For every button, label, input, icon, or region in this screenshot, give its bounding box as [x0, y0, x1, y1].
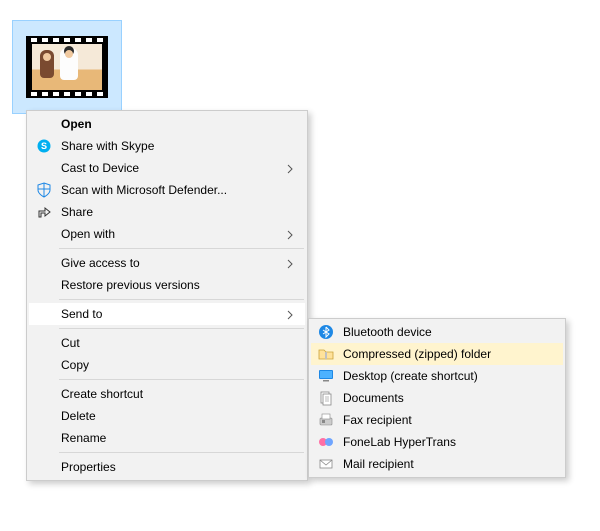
documents-icon — [318, 390, 334, 406]
chevron-right-icon — [287, 163, 295, 177]
zip-folder-icon — [318, 346, 334, 362]
menu-label: Rename — [61, 431, 275, 445]
menu-label: Open — [61, 117, 275, 131]
menu-properties[interactable]: Properties — [29, 456, 305, 478]
fax-icon — [318, 412, 334, 428]
menu-defender[interactable]: Scan with Microsoft Defender... — [29, 179, 305, 201]
submenu-mail[interactable]: Mail recipient — [311, 453, 563, 475]
separator — [59, 299, 304, 300]
menu-cut[interactable]: Cut — [29, 332, 305, 354]
menu-label: Properties — [61, 460, 275, 474]
submenu-bluetooth[interactable]: Bluetooth device — [311, 321, 563, 343]
menu-open[interactable]: Open — [29, 113, 305, 135]
menu-label: Cut — [61, 336, 275, 350]
shield-icon — [36, 182, 52, 198]
submenu-label: Fax recipient — [343, 413, 533, 427]
submenu-fax[interactable]: Fax recipient — [311, 409, 563, 431]
menu-restore[interactable]: Restore previous versions — [29, 274, 305, 296]
menu-delete[interactable]: Delete — [29, 405, 305, 427]
separator — [59, 328, 304, 329]
menu-label: Delete — [61, 409, 275, 423]
menu-copy[interactable]: Copy — [29, 354, 305, 376]
submenu-label: Desktop (create shortcut) — [343, 369, 533, 383]
submenu-label: Compressed (zipped) folder — [343, 347, 533, 361]
hypertrans-icon — [318, 434, 334, 450]
menu-label: Give access to — [61, 256, 275, 270]
submenu-label: Bluetooth device — [343, 325, 533, 339]
submenu-label: FoneLab HyperTrans — [343, 435, 533, 449]
menu-label: Open with — [61, 227, 275, 241]
context-menu: Open S Share with Skype Cast to Device S… — [26, 110, 308, 481]
submenu-label: Documents — [343, 391, 533, 405]
share-icon — [36, 204, 52, 220]
menu-send-to[interactable]: Send to — [29, 303, 305, 325]
menu-label: Cast to Device — [61, 161, 275, 175]
menu-label: Send to — [61, 307, 275, 321]
menu-label: Scan with Microsoft Defender... — [61, 183, 275, 197]
menu-label: Create shortcut — [61, 387, 275, 401]
menu-share-skype[interactable]: S Share with Skype — [29, 135, 305, 157]
separator — [59, 248, 304, 249]
chevron-right-icon — [287, 309, 295, 323]
menu-open-with[interactable]: Open with — [29, 223, 305, 245]
chevron-right-icon — [287, 229, 295, 243]
selected-file[interactable] — [12, 20, 122, 114]
menu-cast[interactable]: Cast to Device — [29, 157, 305, 179]
sendto-submenu: Bluetooth device Compressed (zipped) fol… — [308, 318, 566, 478]
submenu-desktop[interactable]: Desktop (create shortcut) — [311, 365, 563, 387]
menu-give-access[interactable]: Give access to — [29, 252, 305, 274]
skype-icon: S — [36, 138, 52, 154]
menu-label: Restore previous versions — [61, 278, 275, 292]
menu-label: Share with Skype — [61, 139, 275, 153]
desktop-icon — [318, 368, 334, 384]
chevron-right-icon — [287, 258, 295, 272]
submenu-label: Mail recipient — [343, 457, 533, 471]
menu-create-shortcut[interactable]: Create shortcut — [29, 383, 305, 405]
separator — [59, 379, 304, 380]
submenu-zip[interactable]: Compressed (zipped) folder — [311, 343, 563, 365]
video-thumbnail — [26, 36, 108, 98]
menu-label: Copy — [61, 358, 275, 372]
svg-text:S: S — [41, 141, 47, 151]
menu-label: Share — [61, 205, 275, 219]
bluetooth-icon — [318, 324, 334, 340]
menu-share[interactable]: Share — [29, 201, 305, 223]
menu-rename[interactable]: Rename — [29, 427, 305, 449]
submenu-hypertrans[interactable]: FoneLab HyperTrans — [311, 431, 563, 453]
separator — [59, 452, 304, 453]
submenu-documents[interactable]: Documents — [311, 387, 563, 409]
mail-icon — [318, 456, 334, 472]
